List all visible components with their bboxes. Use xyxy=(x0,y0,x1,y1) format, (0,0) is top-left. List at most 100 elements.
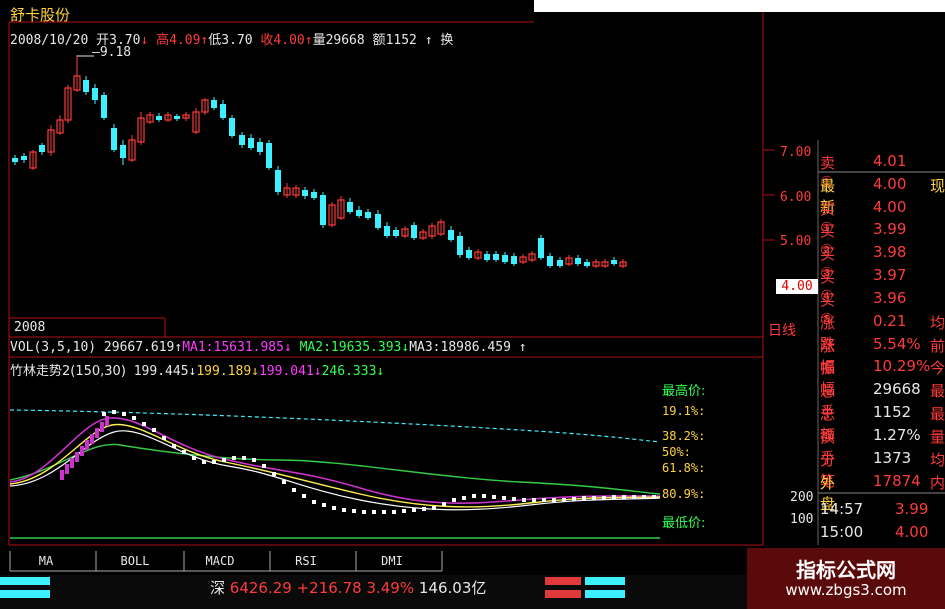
turn-value: 1.27% xyxy=(873,426,921,444)
high-marker-value: 9.18 xyxy=(99,45,132,60)
zhulin-dot xyxy=(492,495,496,499)
zhulin-dot xyxy=(442,502,446,506)
zhulin-dot xyxy=(262,464,266,468)
candle-body xyxy=(393,230,399,236)
vol-ma2: MA2:19635.393 xyxy=(299,340,402,355)
zhulin-dot xyxy=(412,508,416,512)
zhulin-dot xyxy=(112,410,116,414)
zhulin-dot xyxy=(132,416,136,420)
zhulin-bar xyxy=(90,434,94,444)
zhulin-dot xyxy=(252,458,256,462)
zhulin-dot xyxy=(422,507,426,511)
zhulin-dot xyxy=(322,503,326,507)
zhulin-dot xyxy=(432,506,436,510)
price-axis-label-3: 5.00 xyxy=(780,234,812,249)
status-block xyxy=(545,590,581,598)
zhulin-dot xyxy=(222,458,226,462)
zhulin-bar xyxy=(105,416,109,426)
index-pct: 3.49% xyxy=(366,579,415,597)
candle-body xyxy=(611,260,617,264)
zhulin-bar xyxy=(85,440,89,450)
tab-ma[interactable]: MA xyxy=(10,551,82,571)
candle-body xyxy=(92,88,98,100)
status-block xyxy=(0,590,50,598)
candle-body xyxy=(101,95,107,118)
zhulin-dot xyxy=(552,498,556,502)
candle-body xyxy=(457,236,463,255)
candle-body xyxy=(502,255,508,262)
zhulin-dot xyxy=(592,496,596,500)
trade-time: 14:57 xyxy=(820,500,864,518)
vol-value: 29667.619 xyxy=(103,340,175,355)
amount-label: 额 xyxy=(372,33,386,48)
candle-body xyxy=(411,225,417,238)
fib-highest: 最高价: xyxy=(662,384,706,399)
zhulin-dot xyxy=(532,498,536,502)
zhulin-dot xyxy=(142,422,146,426)
candle-body xyxy=(111,128,117,150)
zhulin-dot xyxy=(482,494,486,498)
candle-body xyxy=(347,202,353,212)
candle-body xyxy=(12,158,18,162)
zhulin-bar xyxy=(100,422,104,432)
zhulin-dot xyxy=(572,497,576,501)
zhulin-dot xyxy=(272,472,276,476)
period-label[interactable]: 日线 xyxy=(768,320,796,340)
fib-lowest: 最低价: xyxy=(662,516,706,531)
latest-value: 4.00 xyxy=(873,175,907,193)
outer-ext: 内 xyxy=(930,474,945,492)
amt-total-ext: 最 xyxy=(930,405,945,423)
fib-61-8: 61.8%: xyxy=(662,461,706,475)
fib-19-1: 19.1%: xyxy=(662,404,706,418)
trade-time: 15:00 xyxy=(820,523,864,541)
vol-ma1: MA1:15631.985 xyxy=(182,340,284,355)
zhulin-dot xyxy=(392,510,396,514)
vol-ma3: MA3:18986.459 xyxy=(409,340,511,355)
vol-total-ext: 最 xyxy=(930,382,945,400)
zhulin-bar xyxy=(70,458,74,468)
tab-boll[interactable]: BOLL xyxy=(96,551,174,571)
pct-value: 5.54% xyxy=(873,335,921,353)
zhulin-dot xyxy=(152,428,156,432)
zhulin-v4-arrow-icon: ↓ xyxy=(376,364,385,379)
indicator-axis-label-1: 200 xyxy=(790,490,814,505)
close-label: 收 xyxy=(260,33,274,48)
zhulin-indicator-line: 竹林走势2(150,30) 199.445↓199.189↓199.041↓24… xyxy=(10,360,384,379)
index-change: +216.78 xyxy=(296,579,362,597)
amp-ext: 今 xyxy=(930,359,945,377)
zhulin-dot xyxy=(612,495,616,499)
amount-value: 1152 xyxy=(385,33,417,48)
high-marker: —9.18 xyxy=(92,45,132,60)
status-block xyxy=(545,577,581,585)
tab-dmi[interactable]: DMI xyxy=(356,551,428,571)
price-axis-label-1: 7.00 xyxy=(780,145,812,160)
zhulin-dot xyxy=(462,496,466,500)
buy2-value: 3.99 xyxy=(873,220,907,238)
zhulin-dot xyxy=(232,456,236,460)
fib-80-9: 80.9%: xyxy=(662,487,706,501)
amount-arrow-icon: ↑ xyxy=(424,33,433,48)
zhulin-magenta-line xyxy=(9,417,661,504)
buy3-value: 3.98 xyxy=(873,243,907,261)
zhulin-dot xyxy=(642,495,646,499)
close-arrow-icon: ↑ xyxy=(304,33,313,48)
zhulin-v3: 199.041 xyxy=(258,364,314,379)
stock-name: 舒卡股份 xyxy=(10,6,71,24)
zhulin-dot xyxy=(172,444,176,448)
candle-body xyxy=(311,192,317,198)
zhulin-dot xyxy=(622,495,626,499)
zhulin-dot xyxy=(102,412,106,416)
candle-body xyxy=(120,145,126,158)
index-bar[interactable]: 深 6426.29 +216.78 3.49% 146.03亿 xyxy=(210,577,486,598)
zhulin-dot xyxy=(372,510,376,514)
high-value: 4.09 xyxy=(169,33,201,48)
candle-body xyxy=(302,190,308,196)
tab-rsi[interactable]: RSI xyxy=(270,551,342,571)
zhulin-dot xyxy=(182,450,186,454)
candle-body xyxy=(257,142,263,152)
zhulin-dot xyxy=(542,498,546,502)
tab-macd[interactable]: MACD xyxy=(184,551,256,571)
candle-body xyxy=(584,262,590,266)
zhulin-dot xyxy=(212,460,216,464)
candle-body xyxy=(248,138,254,148)
